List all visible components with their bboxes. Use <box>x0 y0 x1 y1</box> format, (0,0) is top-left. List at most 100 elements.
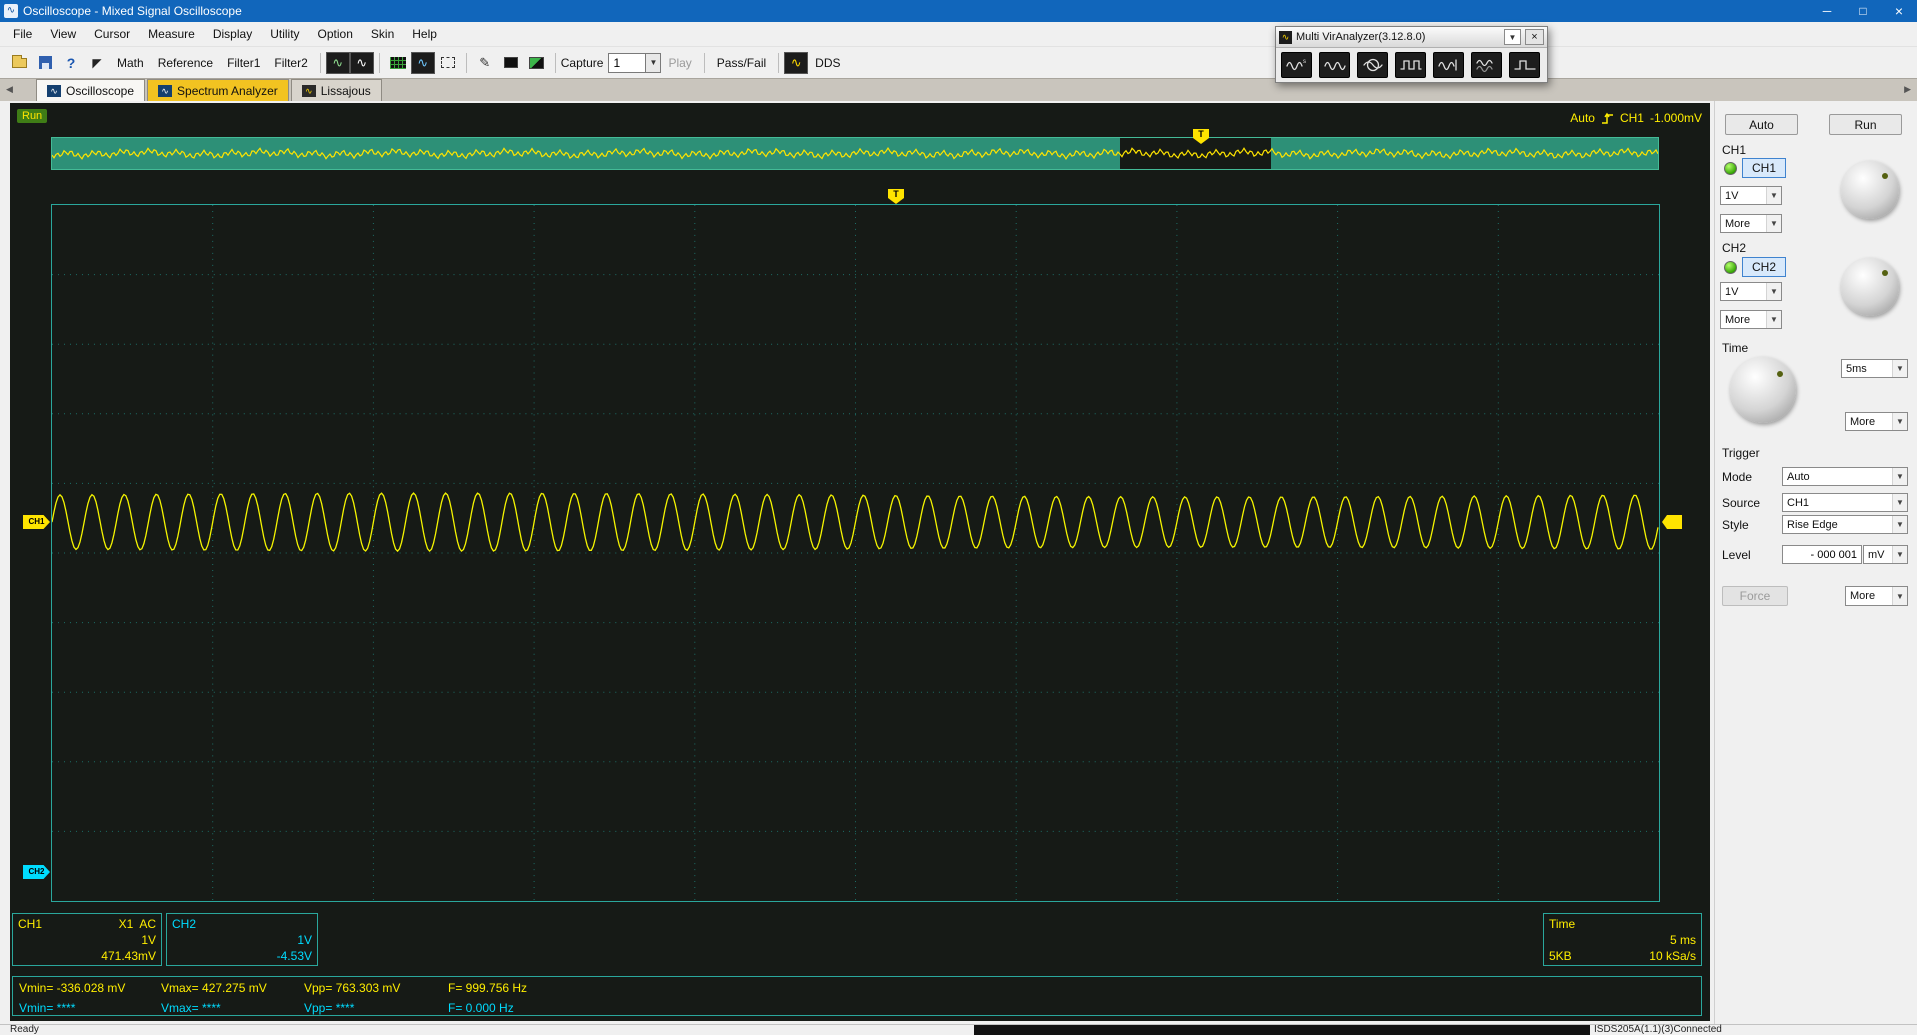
maximize-button[interactable]: □ <box>1845 0 1881 22</box>
logic-analyzer-tool-button[interactable] <box>1395 52 1426 78</box>
trigger-level-readout: -1.000mV <box>1649 111 1702 125</box>
chevron-down-icon: ▼ <box>1892 494 1907 511</box>
tab-lissajous[interactable]: ∿ Lissajous <box>290 79 382 101</box>
trigger-level-unit-select[interactable]: mV ▼ <box>1863 545 1908 564</box>
trigger-source-readout: CH1 <box>1619 111 1644 125</box>
lissajous-tool-button[interactable] <box>1357 52 1388 78</box>
spectrum-tool-button[interactable] <box>1319 52 1350 78</box>
cursor-icon: ◤ <box>92 55 102 70</box>
ch1-position-knob[interactable] <box>1841 161 1899 219</box>
passfail-button[interactable]: Pass/Fail <box>710 51 773 75</box>
analyzer-close-icon[interactable]: × <box>1525 29 1544 45</box>
tab-scroll-left-icon[interactable]: ◀ <box>6 84 13 95</box>
persistence-icon[interactable]: ∿ <box>410 51 435 74</box>
ch2-scale-select[interactable]: 1V ▼ <box>1720 282 1782 301</box>
capture-count-input[interactable] <box>608 52 647 73</box>
ch1-enabled-led[interactable] <box>1724 162 1737 175</box>
ch1-more-label: More <box>1725 217 1751 230</box>
oscilloscope-tool-button[interactable]: s <box>1281 52 1312 78</box>
auto-button[interactable]: Auto <box>1725 114 1798 135</box>
help-button[interactable]: ? <box>58 51 84 75</box>
ch1-toggle[interactable]: CH1 <box>1742 158 1786 178</box>
ch2-ground-marker[interactable]: CH2 <box>23 865 50 879</box>
play-button[interactable]: Play <box>661 51 698 75</box>
cursor-mode-button[interactable]: ◤ <box>84 51 110 75</box>
tab-scroll-right-icon[interactable]: ▶ <box>1904 84 1911 95</box>
math-button[interactable]: Math <box>110 51 151 75</box>
filter1-button[interactable]: Filter1 <box>220 51 267 75</box>
trigger-mode-select[interactable]: Auto ▼ <box>1782 467 1908 486</box>
minimize-button[interactable]: ─ <box>1809 0 1845 22</box>
dual-wave-tool-button[interactable] <box>1471 52 1502 78</box>
trigger-source-select[interactable]: CH1 ▼ <box>1782 493 1908 512</box>
rising-edge-icon <box>1601 112 1613 124</box>
analyzer-window: ∿ Multi VirAnalyzer(3.12.8.0) ▼ × s <box>1275 26 1548 83</box>
trigger-more-dropdown[interactable]: More ▼ <box>1845 586 1908 606</box>
menu-item-utility[interactable]: Utility <box>261 24 308 44</box>
capture-dropdown-arrow-icon[interactable]: ▼ <box>646 52 662 73</box>
open-button[interactable] <box>6 51 32 75</box>
ch2-enabled-led[interactable] <box>1724 261 1737 274</box>
reference-button[interactable]: Reference <box>151 51 220 75</box>
wave-display-alt-icon[interactable]: ∿ <box>349 51 374 74</box>
oscilloscope-app: ∿ Oscilloscope - Mixed Signal Oscillosco… <box>0 0 1917 1035</box>
tab-oscilloscope[interactable]: ∿ Oscilloscope <box>36 79 146 101</box>
ch2-position-knob[interactable] <box>1841 258 1899 316</box>
trigger-position-marker[interactable]: T <box>888 189 904 204</box>
menu-item-file[interactable]: File <box>4 24 41 44</box>
menu-item-option[interactable]: Option <box>309 24 362 44</box>
ch2-more-dropdown[interactable]: More ▼ <box>1720 310 1782 329</box>
time-more-dropdown[interactable]: More ▼ <box>1845 412 1908 431</box>
menu-item-help[interactable]: Help <box>403 24 446 44</box>
blank-screen-button[interactable] <box>498 51 524 75</box>
pulse-tool-button[interactable] <box>1509 52 1540 78</box>
chevron-down-icon: ▼ <box>1892 516 1907 533</box>
close-button[interactable]: × <box>1881 0 1917 22</box>
ch2-toggle[interactable]: CH2 <box>1742 257 1786 277</box>
wave-display-icon[interactable]: ∿ <box>325 51 350 74</box>
dds-icon[interactable]: ∿ <box>784 51 809 74</box>
menu-item-display[interactable]: Display <box>204 24 261 44</box>
toolbar-separator <box>554 52 556 73</box>
overview-trace <box>52 146 1658 161</box>
grid-button[interactable] <box>385 51 411 75</box>
chevron-down-icon: ▼ <box>1766 187 1781 204</box>
select-area-button[interactable] <box>435 51 461 75</box>
run-button[interactable]: Run <box>1829 114 1902 135</box>
signal-generator-tool-button[interactable] <box>1433 52 1464 78</box>
menu-item-view[interactable]: View <box>41 24 85 44</box>
toolbar-separator <box>703 52 705 73</box>
trigger-level-marker[interactable] <box>1662 515 1682 529</box>
timebase-knob[interactable] <box>1730 357 1796 423</box>
control-sidebar: Auto Run CH1 CH1 1V ▼ More ▼ CH2 CH2 1V … <box>1714 101 1917 1024</box>
analyzer-title: Multi VirAnalyzer(3.12.8.0) <box>1296 31 1426 43</box>
tab-spectrum-analyzer[interactable]: ∿ Spectrum Analyzer <box>147 79 289 101</box>
ch1-more-dropdown[interactable]: More ▼ <box>1720 214 1782 233</box>
menu-item-measure[interactable]: Measure <box>139 24 204 44</box>
trigger-level-input[interactable] <box>1782 545 1862 564</box>
trigger-style-select[interactable]: Rise Edge ▼ <box>1782 515 1908 534</box>
analyzer-dropdown-icon[interactable]: ▼ <box>1504 29 1521 45</box>
toolbar-separator <box>319 52 321 73</box>
ch1-ground-marker[interactable]: CH1 <box>23 515 50 529</box>
chevron-down-icon: ▼ <box>1892 360 1907 377</box>
analyzer-icon: ∿ <box>1279 30 1292 44</box>
capture-label: Capture <box>560 55 604 70</box>
dds-button[interactable]: DDS <box>808 51 847 75</box>
ch2-more-label: More <box>1725 313 1751 326</box>
analyzer-title-bar[interactable]: ∿ Multi VirAnalyzer(3.12.8.0) ▼ × <box>1276 27 1547 48</box>
timebase-select[interactable]: 5ms ▼ <box>1841 359 1908 378</box>
menu-item-cursor[interactable]: Cursor <box>85 24 139 44</box>
filter2-button[interactable]: Filter2 <box>267 51 314 75</box>
toolbar-separator <box>778 52 780 73</box>
chevron-down-icon: ▼ <box>1766 283 1781 300</box>
black-screen-icon <box>503 57 518 68</box>
chevron-down-icon: ▼ <box>1766 311 1781 328</box>
ch1-scale-select[interactable]: 1V ▼ <box>1720 186 1782 205</box>
save-button[interactable] <box>32 51 58 75</box>
force-trigger-button[interactable]: Force <box>1722 586 1788 606</box>
time-info-panel: Time 5 ms 5KB 10 kSa/s <box>1543 913 1702 966</box>
color-scheme-button[interactable] <box>524 51 550 75</box>
menu-item-skin[interactable]: Skin <box>362 24 403 44</box>
annotate-button[interactable]: ✎ <box>472 51 498 75</box>
